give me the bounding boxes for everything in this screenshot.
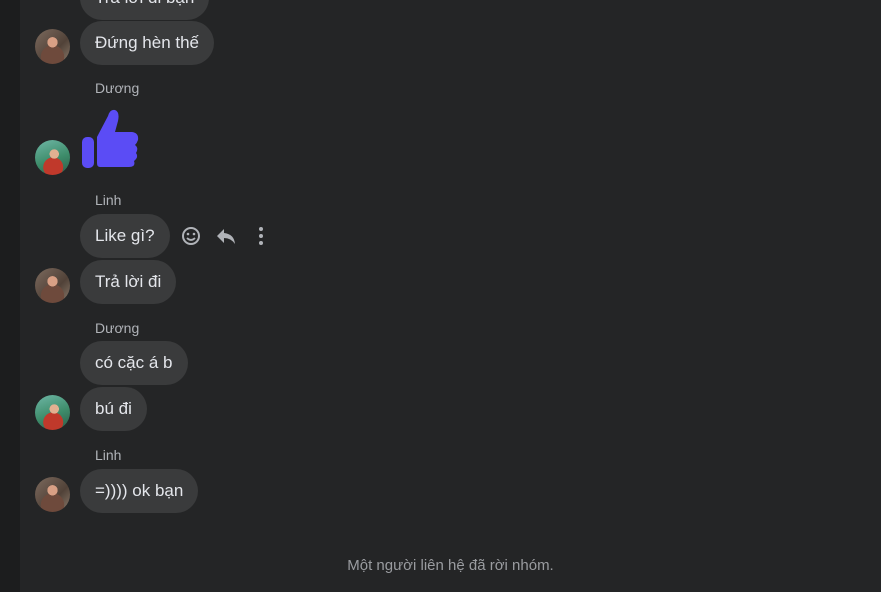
message-bubble[interactable]: =)))) ok bạn: [80, 469, 199, 513]
message-actions: [178, 222, 273, 250]
message-bubble[interactable]: bú đi: [80, 387, 147, 431]
message-bubble[interactable]: Like gì?: [80, 214, 170, 258]
sender-name: Dương: [95, 320, 140, 336]
message-bubble[interactable]: Trả lời đi bạn: [80, 0, 210, 20]
thumbs-up-icon[interactable]: [80, 107, 140, 169]
avatar[interactable]: [35, 477, 70, 512]
reply-icon[interactable]: [213, 222, 238, 250]
avatar[interactable]: [35, 140, 70, 175]
message-bubble[interactable]: có cặc á b: [80, 341, 188, 385]
avatar[interactable]: [35, 29, 70, 64]
avatar[interactable]: [35, 395, 70, 430]
sender-name: Linh: [95, 192, 122, 208]
left-sidebar-edge: [0, 0, 20, 592]
sender-name: Linh: [95, 447, 122, 463]
sender-name: Dương: [95, 80, 140, 96]
message-bubble[interactable]: Trả lời đi: [80, 260, 177, 304]
system-notice: Một người liên hệ đã rời nhóm.: [347, 557, 554, 574]
more-options-icon[interactable]: [248, 222, 273, 250]
avatar[interactable]: [35, 268, 70, 303]
message-bubble[interactable]: Đứng hèn thế: [80, 21, 215, 65]
react-emoji-icon[interactable]: [178, 222, 203, 250]
